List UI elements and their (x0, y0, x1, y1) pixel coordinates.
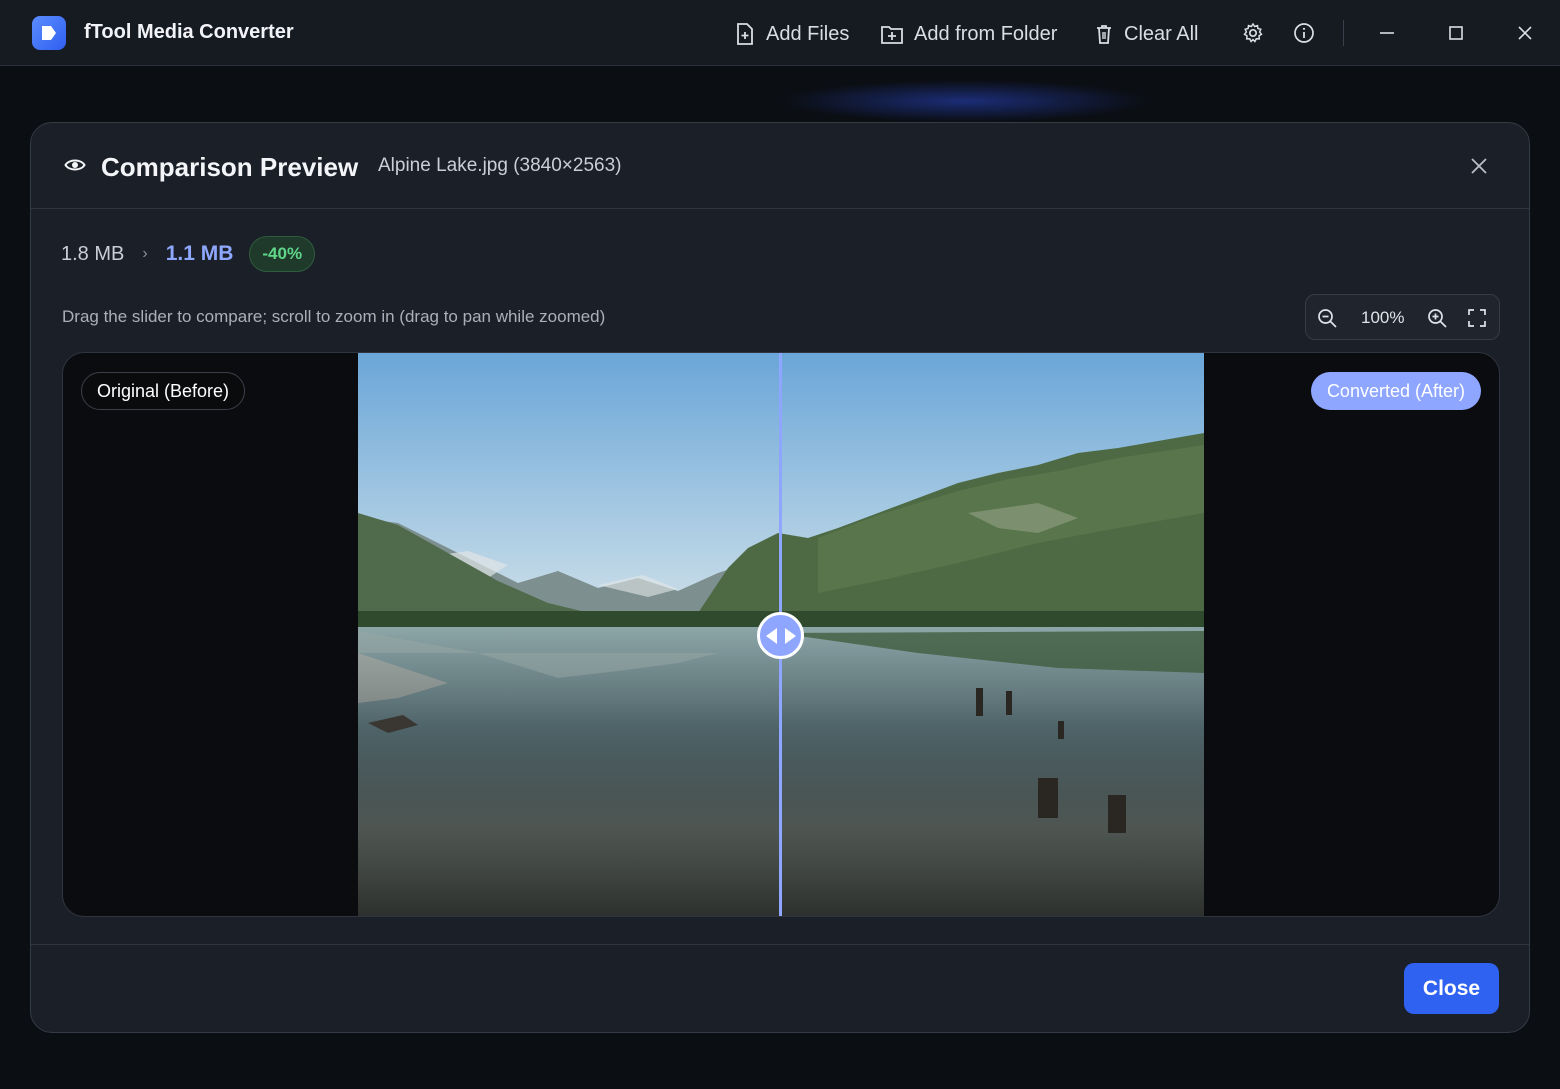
clear-all-button[interactable]: Clear All (1094, 18, 1198, 50)
app-logo-icon (32, 16, 66, 50)
window-close-icon[interactable] (1512, 20, 1538, 46)
dialog-footer-divider (31, 944, 1529, 945)
file-plus-icon (737, 23, 753, 45)
clear-all-label: Clear All (1124, 22, 1199, 45)
info-icon[interactable] (1291, 20, 1317, 46)
trash-icon (1097, 25, 1111, 44)
toolbar-separator (1343, 20, 1344, 46)
backdrop-glow (780, 80, 1150, 122)
comparison-viewer[interactable]: Original (Before) Converted (After) (62, 352, 1500, 917)
dialog-header: Comparison Preview Alpine Lake.jpg (3840… (31, 123, 1529, 209)
chevron-right-icon: › (142, 245, 148, 262)
converted-size: 1.1 MB (165, 242, 234, 265)
close-button[interactable]: Close (1404, 963, 1499, 1014)
file-info: Alpine Lake.jpg (3840×2563) (378, 155, 622, 176)
zoom-out-icon[interactable] (1316, 307, 1338, 329)
title-bar: fTool Media Converter Add Files Add from… (0, 0, 1560, 66)
add-from-folder-label: Add from Folder (914, 22, 1058, 45)
zoom-in-icon[interactable] (1426, 307, 1448, 329)
label-before: Original (Before) (81, 372, 246, 410)
dialog-title: Comparison Preview (101, 152, 359, 182)
comparison-preview-dialog: Comparison Preview Alpine Lake.jpg (3840… (30, 122, 1530, 1033)
label-after: Converted (After) (1310, 372, 1481, 410)
add-from-folder-button[interactable]: Add from Folder (880, 18, 1057, 50)
zoom-level: 100% (1361, 308, 1405, 327)
original-size: 1.8 MB (61, 242, 125, 265)
eye-icon (64, 159, 86, 171)
add-files-label: Add Files (766, 22, 850, 45)
maximize-icon[interactable] (1443, 20, 1469, 46)
folder-plus-icon (881, 26, 903, 44)
fullscreen-icon[interactable] (1466, 307, 1488, 329)
dialog-close-icon[interactable] (1467, 154, 1491, 178)
app-title: fTool Media Converter (84, 21, 294, 43)
zoom-controls: 100% (1305, 294, 1500, 340)
minimize-icon[interactable] (1374, 20, 1400, 46)
size-summary: 1.8 MB › 1.1 MB -40% (61, 236, 316, 272)
comparison-slider-handle[interactable] (757, 612, 804, 659)
add-files-button[interactable]: Add Files (734, 18, 849, 50)
compare-hint: Drag the slider to compare; scroll to zo… (62, 307, 606, 326)
left-right-arrows-icon (765, 627, 796, 644)
reduction-badge: -40% (249, 236, 316, 272)
settings-gear-icon[interactable] (1240, 20, 1266, 46)
